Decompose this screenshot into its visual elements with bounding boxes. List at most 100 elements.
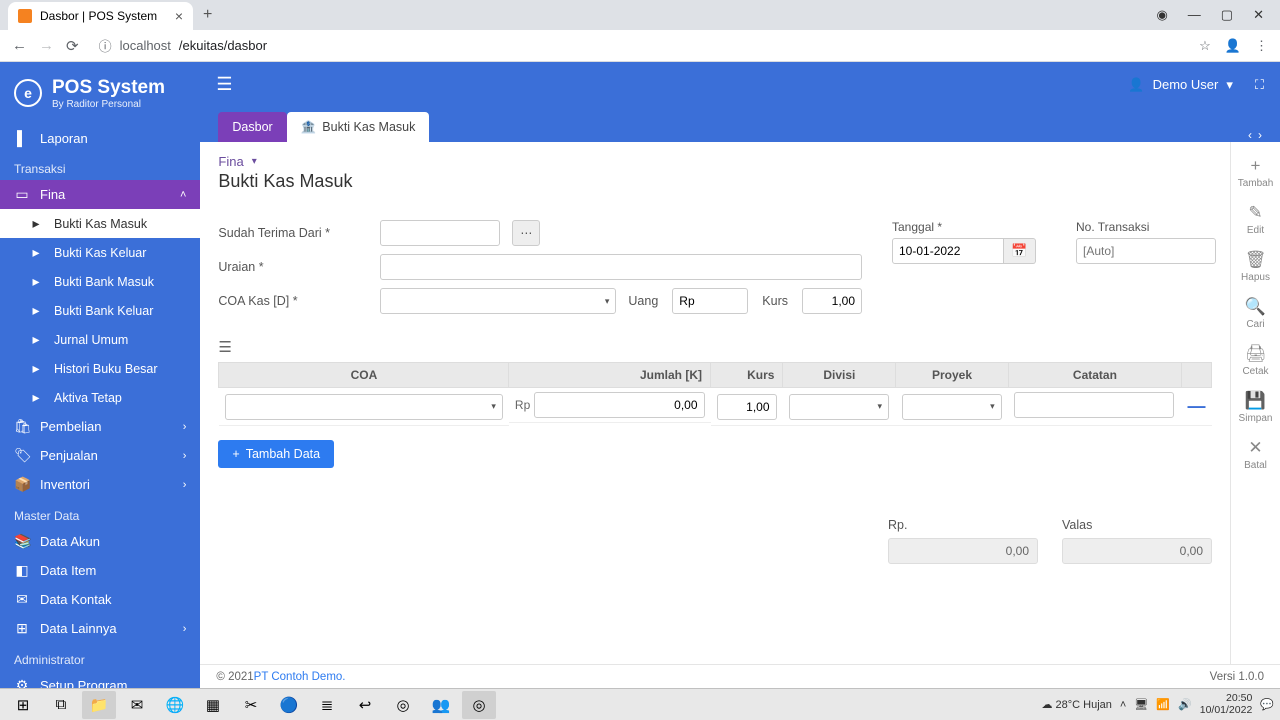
chrome-icon-2[interactable]: ◎ <box>462 691 496 719</box>
row-select-proyek[interactable]: ▾ <box>902 394 1002 420</box>
weather-widget[interactable]: ☁ 28°C Hujan <box>1041 698 1111 711</box>
tab-prev-icon[interactable]: ‹ <box>1248 128 1252 142</box>
row-input-kurs[interactable] <box>717 394 777 420</box>
tool-cetak[interactable]: 🖨Cetak <box>1242 344 1268 377</box>
caret-icon: ▸ <box>28 215 44 232</box>
maximize-icon[interactable]: ▢ <box>1221 7 1233 23</box>
label-tanggal: Tanggal <box>892 220 1036 234</box>
outlook-icon[interactable]: ✉ <box>120 691 154 719</box>
caret-icon: ▸ <box>28 331 44 348</box>
tab-bukti-kas-masuk[interactable]: 🏦Bukti Kas Masuk <box>287 112 430 142</box>
close-icon[interactable]: × <box>175 8 183 24</box>
sidebar-item-bukti-kas-keluar[interactable]: ▸Bukti Kas Keluar <box>0 238 200 267</box>
tool-cari[interactable]: 🔍Cari <box>1245 297 1266 330</box>
menu-icon[interactable]: ⋮ <box>1255 38 1268 54</box>
teams-icon[interactable]: 👥 <box>424 691 458 719</box>
tray-chevron-icon[interactable]: ˄ <box>1120 699 1126 711</box>
input-kurs[interactable] <box>802 288 862 314</box>
sidebar-item-bukti-bank-masuk[interactable]: ▸Bukti Bank Masuk <box>0 267 200 296</box>
app-icon[interactable]: ✂ <box>234 691 268 719</box>
tool-hapus[interactable]: 🗑Hapus <box>1241 250 1270 283</box>
reload-icon[interactable]: ⟳ <box>66 37 79 55</box>
cancel-icon: ✕ <box>1248 438 1262 458</box>
fullscreen-icon[interactable]: ⛶ <box>1255 77 1264 93</box>
clock[interactable]: 20:50 10/01/2022 <box>1200 693 1253 716</box>
table-row: ▾ Rp ▾ ▾ — <box>219 388 1212 426</box>
breadcrumb[interactable]: Fina▾ <box>218 154 1212 169</box>
sidebar-item-setup[interactable]: ⚙Setup Program <box>0 671 200 688</box>
input-terima[interactable] <box>380 220 500 246</box>
new-tab-button[interactable]: + <box>203 6 212 24</box>
row-select-coa[interactable]: ▾ <box>225 394 503 420</box>
app-icon[interactable]: 🔵 <box>272 691 306 719</box>
input-uraian[interactable] <box>380 254 862 280</box>
row-delete-button[interactable]: — <box>1182 388 1212 426</box>
chevron-right-icon: › <box>183 421 187 433</box>
app-icon[interactable]: ↩ <box>348 691 382 719</box>
vscode-icon[interactable]: ≣ <box>310 691 344 719</box>
row-select-divisi[interactable]: ▾ <box>789 394 889 420</box>
select-coakas[interactable]: ▾ <box>380 288 616 314</box>
sidebar-item-fina[interactable]: ▭Fina˄ <box>0 180 200 209</box>
sidebar-item-penjualan[interactable]: 🏷Penjualan› <box>0 441 200 470</box>
sidebar-item-bukti-kas-masuk[interactable]: ▸Bukti Kas Masuk <box>0 209 200 238</box>
record-icon[interactable]: ◉ <box>1156 7 1167 23</box>
wifi-icon[interactable]: 📶 <box>1156 698 1170 711</box>
caret-icon: ▸ <box>28 302 44 319</box>
calendar-button[interactable]: 📅 <box>1004 238 1036 264</box>
user-menu[interactable]: 👤 Demo User ▾ ⛶ <box>1128 77 1264 93</box>
gear-icon: ⚙ <box>14 677 30 688</box>
search-icon: 🔍 <box>1245 297 1266 317</box>
tab-next-icon[interactable]: › <box>1258 128 1262 142</box>
profile-icon[interactable]: 👤 <box>1225 38 1241 54</box>
sidebar-item-inventori[interactable]: 📦Inventori› <box>0 470 200 499</box>
back-icon[interactable]: ← <box>12 37 27 54</box>
input-tanggal[interactable] <box>892 238 1004 264</box>
app-icon[interactable]: ▦ <box>196 691 230 719</box>
plus-icon: + <box>1251 156 1261 176</box>
edge-icon[interactable]: 🌐 <box>158 691 192 719</box>
sidebar-item-data-lainnya[interactable]: ⊞Data Lainnya› <box>0 614 200 643</box>
sidebar-item-data-akun[interactable]: 📚Data Akun <box>0 527 200 556</box>
notification-icon[interactable]: 💬 <box>1260 698 1274 711</box>
list-icon[interactable]: ☰ <box>218 338 1212 356</box>
sidebar-item-pembelian[interactable]: 🛍Pembelian› <box>0 412 200 441</box>
volume-icon[interactable]: 🔊 <box>1178 698 1192 711</box>
chrome-icon[interactable]: ◎ <box>386 691 420 719</box>
input-uang[interactable] <box>672 288 748 314</box>
tool-tambah[interactable]: +Tambah <box>1238 156 1274 189</box>
tool-simpan[interactable]: 💾Simpan <box>1239 391 1273 424</box>
hamburger-icon[interactable]: ☰ <box>216 74 232 95</box>
close-window-icon[interactable]: ✕ <box>1253 7 1264 23</box>
input-notrx[interactable] <box>1076 238 1216 264</box>
sidebar-item-jurnal-umum[interactable]: ▸Jurnal Umum <box>0 325 200 354</box>
sidebar-item-laporan[interactable]: ▌Laporan <box>0 124 200 152</box>
url-input[interactable]: ⓘ localhost/ekuitas/dasbor <box>91 36 1188 55</box>
label-kurs: Kurs <box>762 294 788 308</box>
forward-icon[interactable]: → <box>39 37 54 54</box>
tray-icon[interactable]: 🖥 <box>1134 698 1148 711</box>
sidebar-item-histori-buku-besar[interactable]: ▸Histori Buku Besar <box>0 354 200 383</box>
lookup-button[interactable]: ⋯ <box>512 220 540 246</box>
chevron-right-icon: › <box>183 623 187 635</box>
tab-dasbor[interactable]: Dasbor <box>218 112 286 142</box>
sidebar-item-bukti-bank-keluar[interactable]: ▸Bukti Bank Keluar <box>0 296 200 325</box>
minimize-icon[interactable]: — <box>1188 7 1201 23</box>
tool-edit[interactable]: ✎Edit <box>1247 203 1264 236</box>
url-host: localhost <box>120 38 171 53</box>
col-coa: COA <box>219 363 509 388</box>
browser-tab[interactable]: Dasbor | POS System × <box>8 2 193 30</box>
star-icon[interactable]: ☆ <box>1199 38 1211 54</box>
sidebar-item-data-kontak[interactable]: ✉Data Kontak <box>0 585 200 614</box>
sidebar-item-aktiva-tetap[interactable]: ▸Aktiva Tetap <box>0 383 200 412</box>
taskview-icon[interactable]: ⧉ <box>44 691 78 719</box>
start-button[interactable]: ⊞ <box>6 691 40 719</box>
row-input-jumlah[interactable] <box>534 392 704 418</box>
explorer-icon[interactable]: 📁 <box>82 691 116 719</box>
page-tabs: Dasbor 🏦Bukti Kas Masuk ‹ › <box>200 107 1280 142</box>
row-input-catatan[interactable] <box>1014 392 1174 418</box>
tool-batal[interactable]: ✕Batal <box>1244 438 1267 471</box>
company-link[interactable]: PT Contoh Demo. <box>254 671 346 683</box>
sidebar-item-data-item[interactable]: ◧Data Item <box>0 556 200 585</box>
add-row-button[interactable]: +Tambah Data <box>218 440 334 468</box>
